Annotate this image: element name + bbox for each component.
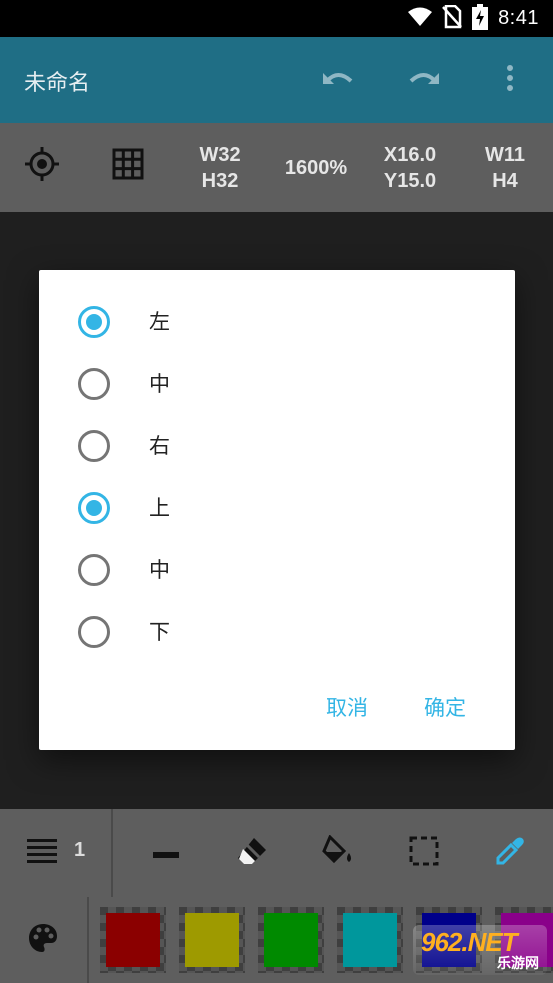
status-bar: 8:41 (0, 0, 553, 37)
radio-option[interactable]: 上 (39, 478, 515, 538)
cancel-button[interactable]: 取消 (316, 682, 378, 732)
radio-unchecked-icon[interactable] (78, 616, 110, 648)
canvas-size-readout[interactable]: W32 H32 (188, 123, 252, 212)
undo-button[interactable] (316, 58, 360, 102)
palette-bar: 962.NET 乐游网 (0, 897, 553, 983)
divider (87, 897, 89, 983)
canvas-width: W32 (199, 143, 241, 166)
cursor-y: Y15.0 (383, 169, 437, 192)
more-options-button[interactable] (488, 58, 532, 102)
radio-option-label: 上 (149, 496, 170, 520)
grid-icon (112, 148, 144, 187)
line-tool-icon (153, 844, 179, 863)
selection-size-readout: W11 H4 (476, 123, 534, 212)
eyedropper-button[interactable] (488, 831, 532, 875)
radio-dot (86, 500, 102, 516)
radio-option[interactable]: 右 (39, 416, 515, 476)
radio-option[interactable]: 左 (39, 292, 515, 352)
radio-unchecked-icon[interactable] (78, 430, 110, 462)
ok-button[interactable]: 确定 (414, 682, 476, 732)
zoom-readout[interactable]: 1600% (274, 123, 358, 212)
color-swatch[interactable] (258, 907, 324, 973)
fill-bucket-button[interactable] (317, 831, 361, 875)
radio-option[interactable]: 中 (39, 354, 515, 414)
eraser-icon (236, 836, 268, 870)
line-weight-icon (27, 838, 57, 868)
radio-dot (86, 314, 102, 330)
watermark-logo: 962.NET 乐游网 (413, 925, 547, 975)
zoom-level: 1600% (284, 156, 348, 179)
crosshair-icon (24, 146, 60, 189)
radio-option-label: 右 (149, 434, 170, 458)
eraser-button[interactable] (230, 831, 274, 875)
selection-width: W11 (484, 143, 526, 166)
radio-option[interactable]: 下 (39, 602, 515, 662)
info-toolbar: W32 H32 1600% X16.0 Y15.0 W11 H4 (0, 123, 553, 212)
radio-option-label: 左 (149, 310, 170, 334)
swatch-color (185, 913, 239, 967)
line-width-button[interactable] (20, 831, 64, 875)
canvas-height: H32 (201, 169, 239, 192)
radio-option-label: 中 (149, 372, 170, 396)
eyedropper-icon (495, 836, 525, 870)
divider (111, 809, 113, 897)
redo-icon (407, 67, 441, 93)
no-sim-icon (442, 4, 462, 33)
swatch-color (264, 913, 318, 967)
battery-charging-icon (472, 3, 489, 34)
color-swatch[interactable] (337, 907, 403, 973)
watermark-bottom: 乐游网 (497, 956, 539, 972)
line-width-value: 1 (74, 839, 86, 861)
undo-icon (321, 67, 355, 93)
cursor-position-readout: X16.0 Y15.0 (374, 123, 446, 212)
fill-bucket-icon (322, 834, 356, 871)
line-tool-button[interactable] (144, 831, 188, 875)
selection-button[interactable] (402, 831, 446, 875)
grid-toggle-button[interactable] (106, 123, 150, 212)
palette-button[interactable] (21, 918, 65, 962)
swatch-color (343, 913, 397, 967)
radio-checked-icon[interactable] (78, 492, 110, 524)
color-swatch[interactable] (179, 907, 245, 973)
alignment-dialog: 左中右上中下 取消 确定 (39, 270, 515, 750)
document-title: 未命名 (24, 71, 91, 96)
selection-icon (409, 836, 439, 870)
swatch-color (106, 913, 160, 967)
wifi-icon (408, 7, 433, 31)
radio-checked-icon[interactable] (78, 306, 110, 338)
palette-icon (28, 923, 58, 957)
app-bar: 未命名 (0, 37, 553, 123)
crosshair-button[interactable] (20, 123, 64, 212)
radio-option-label: 中 (149, 558, 170, 582)
selection-height: H4 (492, 169, 518, 192)
radio-option-label: 下 (149, 620, 170, 644)
radio-unchecked-icon[interactable] (78, 554, 110, 586)
radio-unchecked-icon[interactable] (78, 368, 110, 400)
more-vert-icon (506, 65, 514, 95)
clock: 8:41 (498, 7, 539, 29)
redo-button[interactable] (402, 58, 446, 102)
color-swatch[interactable] (100, 907, 166, 973)
cursor-x: X16.0 (383, 143, 437, 166)
radio-option[interactable]: 中 (39, 540, 515, 600)
tool-bar: 1 (0, 809, 553, 897)
